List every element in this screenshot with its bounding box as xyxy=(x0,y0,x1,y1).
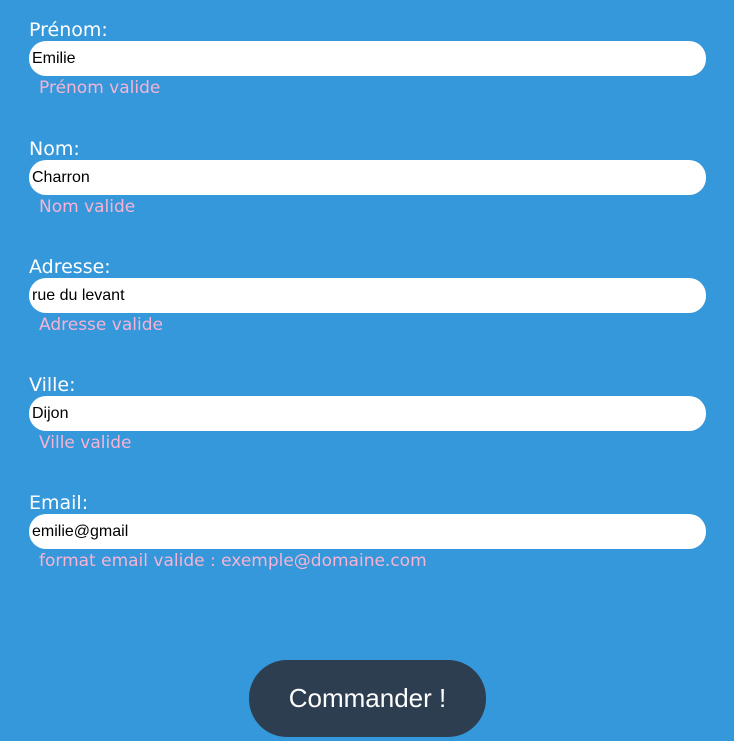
prenom-input[interactable] xyxy=(29,41,706,76)
prenom-validation-message: Prénom valide xyxy=(39,78,161,98)
email-validation-message: format email valide : exemple@domaine.co… xyxy=(39,551,427,571)
adresse-input[interactable] xyxy=(29,278,706,313)
adresse-validation-message: Adresse valide xyxy=(39,315,163,335)
field-adresse: Adresse: Adresse valide xyxy=(29,255,706,336)
field-prenom: Prénom: Prénom valide xyxy=(29,18,706,99)
ville-input[interactable] xyxy=(29,396,706,431)
order-form: Prénom: Prénom valide Nom: Nom valide Ad… xyxy=(0,0,734,741)
nom-label: Nom: xyxy=(29,138,80,160)
field-email: Email: format email valide : exemple@dom… xyxy=(29,491,706,572)
ville-validation-message: Ville valide xyxy=(39,433,132,453)
nom-validation-message: Nom valide xyxy=(39,197,136,217)
ville-label: Ville: xyxy=(29,374,76,396)
email-label: Email: xyxy=(29,492,89,514)
nom-input[interactable] xyxy=(29,160,706,195)
adresse-label: Adresse: xyxy=(29,256,111,278)
field-ville: Ville: Ville valide xyxy=(29,373,706,454)
email-input[interactable] xyxy=(29,514,706,549)
prenom-label: Prénom: xyxy=(29,19,108,41)
field-nom: Nom: Nom valide xyxy=(29,137,706,218)
commander-button[interactable]: Commander ! xyxy=(249,660,486,737)
